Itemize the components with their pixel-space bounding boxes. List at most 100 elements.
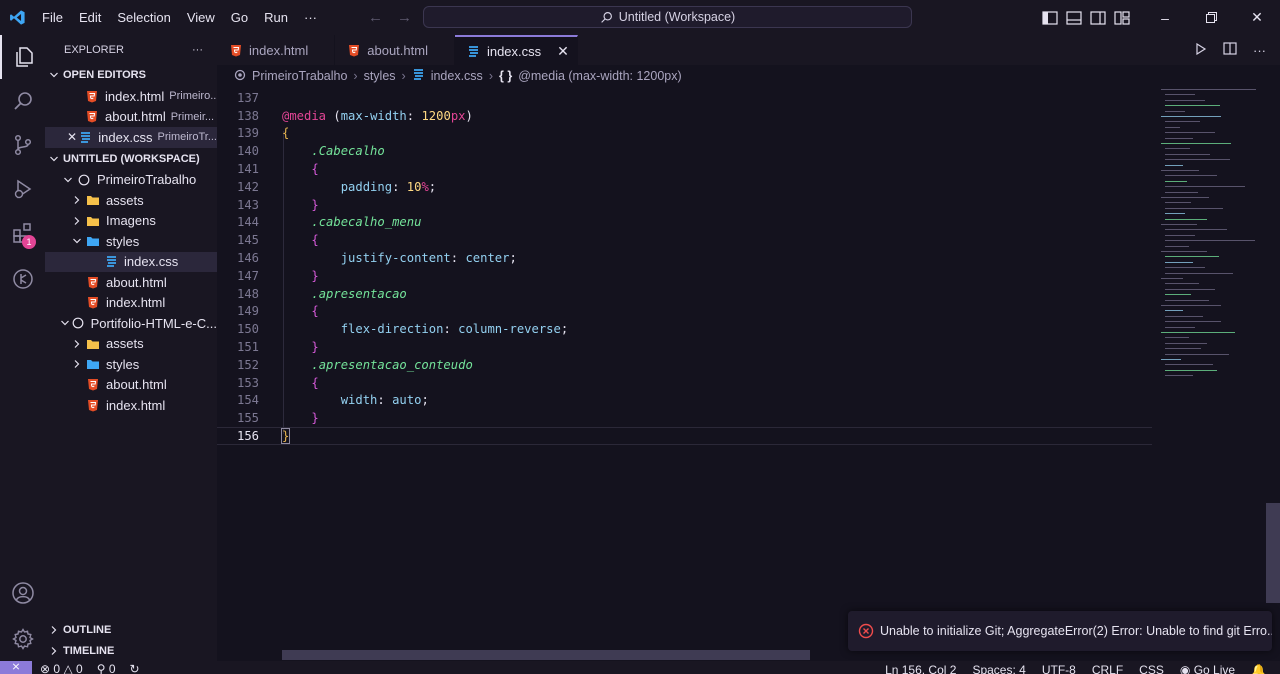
notifications-bell-icon[interactable]: 🔔 (1251, 664, 1266, 674)
menu-item[interactable]: View (179, 0, 223, 35)
navigation-arrows: ← → (368, 0, 412, 35)
outline-section[interactable]: OUTLINE (45, 620, 217, 641)
close-window-button[interactable]: ✕ (1234, 0, 1280, 35)
minimap[interactable] (1157, 87, 1266, 661)
menu-item[interactable]: ··· (296, 0, 325, 35)
minimize-button[interactable]: – (1142, 0, 1188, 35)
tree-item[interactable]: about.html (45, 272, 217, 293)
tab-index-css[interactable]: index.css ✕ (454, 35, 578, 65)
menu-item[interactable]: Run (256, 0, 296, 35)
toggle-primary-sidebar-icon[interactable] (1038, 0, 1062, 35)
language-mode[interactable]: CSS (1139, 664, 1164, 674)
open-editor-item[interactable]: index.html Primeiro... (45, 86, 217, 107)
tab-about-html[interactable]: about.html (335, 35, 455, 65)
minimap-line (1161, 197, 1209, 198)
horizontal-scrollbar[interactable] (282, 650, 810, 660)
run-and-debug-icon[interactable] (0, 167, 45, 211)
explorer-icon[interactable] (0, 35, 45, 79)
folder-icon (86, 357, 100, 371)
indentation[interactable]: Spaces: 4 (972, 664, 1025, 674)
ports-count: 0 (108, 663, 116, 674)
more-actions-icon[interactable]: ··· (1253, 43, 1266, 58)
remote-indicator[interactable]: ⨯ (0, 661, 32, 674)
tree-item[interactable]: styles (45, 354, 217, 375)
breadcrumb-symbol[interactable]: @media (max-width: 1200px) (518, 69, 681, 83)
css-file-icon (412, 68, 425, 84)
timeline-section[interactable]: TIMELINE (45, 641, 217, 662)
encoding[interactable]: UTF-8 (1042, 664, 1076, 674)
close-icon[interactable]: ✕ (67, 130, 78, 144)
remote-explorer-icon[interactable] (0, 257, 45, 301)
search-icon[interactable] (0, 79, 45, 123)
source-control-icon[interactable] (0, 123, 45, 167)
tree-item[interactable]: styles (45, 231, 217, 252)
tab-index-html[interactable]: index.html (217, 35, 336, 65)
breadcrumb-subfolder[interactable]: styles (364, 69, 396, 83)
end-of-line[interactable]: CRLF (1092, 664, 1123, 674)
error-notification[interactable]: Unable to initialize Git; AggregateError… (848, 611, 1272, 651)
line-number: 148 (236, 286, 259, 301)
minimap-line (1165, 110, 1185, 112)
settings-gear-icon[interactable] (0, 617, 45, 661)
menu-item[interactable]: Go (223, 0, 256, 35)
breadcrumb-folder[interactable]: PrimeiroTrabalho (252, 69, 347, 83)
sync-icon[interactable]: ↻ (130, 663, 140, 674)
code-line: 153 { (217, 374, 1152, 392)
line-number: 154 (236, 393, 259, 408)
open-editor-item[interactable]: ✕ index.css PrimeiroTr... (45, 127, 217, 148)
minimap-line (1165, 234, 1195, 236)
ports-indicator[interactable]: ⚲ 0 (97, 663, 116, 674)
tree-item[interactable]: assets (45, 190, 217, 211)
line-number: 142 (236, 179, 259, 194)
command-center-search[interactable]: Untitled (Workspace) (423, 6, 912, 28)
tree-item[interactable]: index.html (45, 395, 217, 416)
tree-item[interactable]: index.html (45, 293, 217, 314)
workspace-section[interactable]: UNTITLED (WORKSPACE) (45, 148, 217, 170)
code-text: { (311, 304, 319, 319)
breadcrumb: PrimeiroTrabalho › styles › index.css › … (217, 65, 1157, 87)
tree-item[interactable]: index.css (45, 251, 217, 272)
chevron-right-icon (45, 646, 63, 656)
minimap-line (1165, 132, 1215, 134)
code-editor[interactable]: 137 138 @media (max-width: 1200px) 139 {140 … (217, 87, 1157, 661)
explorer-more-actions-button[interactable]: ··· (192, 44, 203, 56)
back-arrow-icon[interactable]: ← (368, 9, 383, 26)
tree-item[interactable]: assets (45, 334, 217, 355)
breadcrumb-file[interactable]: index.css (431, 69, 483, 83)
close-icon[interactable]: ✕ (557, 43, 569, 60)
menu-item[interactable]: Selection (109, 0, 178, 35)
problems-indicator[interactable]: ⊗ 0 △ 0 (40, 663, 83, 674)
toggle-secondary-sidebar-icon[interactable] (1086, 0, 1110, 35)
vertical-scrollbar-thumb[interactable] (1266, 503, 1280, 603)
split-editor-icon[interactable] (1223, 42, 1237, 58)
extensions-icon[interactable]: 1 (0, 211, 45, 255)
tree-item[interactable]: PrimeiroTrabalho (45, 170, 217, 191)
code-text: } (311, 411, 319, 426)
run-file-icon[interactable] (1195, 42, 1207, 58)
css-file-icon (78, 130, 92, 144)
minimap-line (1165, 261, 1193, 263)
toggle-panel-icon[interactable] (1062, 0, 1086, 35)
cursor-position[interactable]: Ln 156, Col 2 (885, 664, 956, 674)
symbol-icon: { } (498, 69, 513, 83)
open-editors-section[interactable]: OPEN EDITORS (45, 64, 217, 86)
tree-item[interactable]: about.html (45, 375, 217, 396)
open-editor-folder: PrimeiroTr... (157, 131, 218, 144)
editor-actions: ··· (1195, 35, 1280, 65)
accounts-icon[interactable] (0, 571, 45, 615)
go-live-button[interactable]: ◉ Go Live (1180, 664, 1235, 674)
minimap-line (1165, 348, 1201, 350)
tree-item[interactable]: Portifolio-HTML-e-C... (45, 313, 217, 334)
tree-item-label: about.html (106, 274, 167, 290)
menu-item[interactable]: File (34, 0, 71, 35)
restore-button[interactable] (1188, 0, 1234, 35)
error-icon (858, 623, 874, 639)
html-file-icon (229, 43, 243, 57)
code-text: { (311, 375, 319, 390)
menu-item[interactable]: Edit (71, 0, 109, 35)
open-editor-item[interactable]: about.html Primeir... (45, 107, 217, 128)
workspace-root-icon (77, 173, 91, 187)
tree-item[interactable]: Imagens (45, 211, 217, 232)
customize-layout-icon[interactable] (1110, 0, 1134, 35)
forward-arrow-icon[interactable]: → (397, 9, 412, 26)
